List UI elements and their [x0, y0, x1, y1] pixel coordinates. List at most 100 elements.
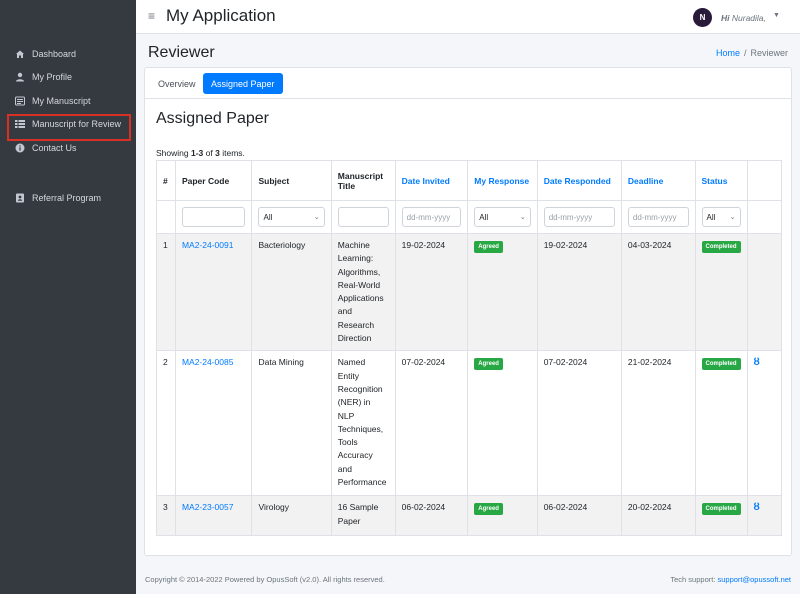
- cell-date-invited: 07-02-2024: [394, 350, 469, 497]
- chevron-down-icon: ⌄: [729, 214, 736, 221]
- cell-date-responded: 06-02-2024: [536, 495, 622, 537]
- cell-deadline: 20-02-2024: [620, 495, 696, 537]
- app-title: My Application: [166, 6, 276, 25]
- cell-my-response: Agreed: [467, 232, 538, 352]
- chevron-down-icon: ⌄: [313, 214, 320, 221]
- table-row: 1 MA2-24-0091 Bacteriology Machine Learn…: [156, 232, 783, 352]
- sidebar-nav: Dashboard My Profile My Manuscript Manus…: [0, 42, 136, 210]
- user-icon: [15, 72, 25, 82]
- cell-actions: ȣ: [746, 350, 783, 497]
- page-title: Reviewer: [148, 44, 215, 61]
- avatar[interactable]: N: [693, 8, 712, 27]
- cell-paper-code: MA2-24-0085: [174, 350, 253, 497]
- table-header-row: # Paper Code Subject Manuscript Title Da…: [156, 160, 783, 201]
- review-action-icon[interactable]: ȣ: [754, 357, 760, 368]
- assigned-paper-table: # Paper Code Subject Manuscript Title Da…: [156, 160, 783, 537]
- status-filter-value: All: [706, 212, 716, 222]
- col-header-manuscript-title: Manuscript Title: [330, 160, 396, 201]
- summary-suffix: items.: [222, 148, 245, 158]
- cell-subject: Bacteriology: [251, 232, 332, 352]
- col-header-status[interactable]: Status: [694, 160, 748, 201]
- col-header-my-response[interactable]: My Response: [467, 160, 538, 201]
- cell-subject: Virology: [251, 495, 332, 537]
- cell-number: 2: [156, 350, 176, 497]
- sidebar-item-label: Referral Program: [32, 193, 102, 204]
- cell-my-response: Agreed: [467, 350, 538, 497]
- sidebar-item-dashboard[interactable]: Dashboard: [0, 42, 136, 66]
- sidebar-item-manuscript-for-review[interactable]: Manuscript for Review: [0, 113, 136, 140]
- sidebar-item-referral-program[interactable]: Referral Program: [0, 187, 136, 211]
- my-response-filter-value: All: [479, 212, 489, 222]
- status-filter-select[interactable]: All ⌄: [701, 207, 741, 227]
- sidebar-item-label: Dashboard: [32, 48, 77, 59]
- support-label: Tech support:: [670, 575, 716, 584]
- paper-code-link[interactable]: MA2-23-0057: [182, 502, 234, 512]
- subject-filter-select[interactable]: All ⌄: [258, 207, 325, 227]
- cell-number: 3: [156, 495, 176, 537]
- home-icon: [15, 49, 25, 59]
- breadcrumb-separator: /: [743, 48, 747, 58]
- review-action-icon[interactable]: ȣ: [754, 502, 760, 513]
- col-header-deadline[interactable]: Deadline: [620, 160, 696, 201]
- cell-date-invited: 19-02-2024: [394, 232, 469, 352]
- cell-title: Machine Learning: Algorithms, Real-World…: [330, 232, 396, 352]
- footer-support: Tech support: support@opussoft.net: [670, 575, 791, 584]
- filter-row: All ⌄ dd-mm-yyyy All ⌄ dd-mm-yyyy dd-mm-yy…: [156, 200, 783, 234]
- section-title: Assigned Paper: [156, 110, 269, 127]
- cell-date-responded: 07-02-2024: [536, 350, 622, 497]
- col-header-actions: [746, 160, 783, 201]
- col-header-number: #: [156, 160, 176, 201]
- hamburger-menu-icon[interactable]: ≡: [148, 9, 155, 23]
- caret-down-icon[interactable]: ▼: [773, 12, 780, 19]
- paper-code-link[interactable]: MA2-24-0091: [182, 240, 234, 250]
- my-response-filter-select[interactable]: All ⌄: [474, 207, 531, 227]
- paper-code-link[interactable]: MA2-24-0085: [182, 357, 234, 367]
- sidebar-item-label: My Manuscript: [32, 95, 91, 106]
- address-book-icon: [15, 193, 25, 203]
- filter-cell-title: [330, 200, 396, 234]
- date-responded-filter-input[interactable]: dd-mm-yyyy: [543, 207, 615, 227]
- breadcrumb-home[interactable]: Home: [716, 48, 740, 58]
- cell-actions: [746, 232, 783, 352]
- items-summary: Showing 1-3 of 3 items.: [156, 148, 245, 158]
- user-name-text: Nuradila,: [731, 13, 766, 23]
- col-header-date-responded[interactable]: Date Responded: [536, 160, 622, 201]
- filter-cell-my-response: All ⌄: [467, 200, 538, 234]
- summary-range: 1-3: [190, 148, 204, 158]
- summary-of: of: [205, 148, 213, 158]
- breadcrumb-current: Reviewer: [750, 48, 788, 58]
- sidebar-item-my-profile[interactable]: My Profile: [0, 66, 136, 90]
- status-badge: Completed: [701, 503, 741, 516]
- date-invited-filter-input[interactable]: dd-mm-yyyy: [401, 207, 462, 227]
- sidebar-item-my-manuscript[interactable]: My Manuscript: [0, 89, 136, 113]
- cell-paper-code: MA2-23-0057: [174, 495, 253, 537]
- tab-overview[interactable]: Overview: [150, 73, 204, 94]
- breadcrumb: Home / Reviewer: [716, 48, 788, 58]
- title-filter-input[interactable]: [337, 207, 389, 227]
- cell-date-responded: 19-02-2024: [536, 232, 622, 352]
- footer-copyright: Copyright © 2014-2022 Powered by OpusSof…: [145, 575, 385, 584]
- filter-cell-paper-code: [174, 200, 253, 234]
- tab-assigned-paper[interactable]: Assigned Paper: [203, 73, 283, 94]
- topbar: ≡ My Application N Hi Nuradila, ▼: [136, 0, 800, 34]
- summary-prefix: Showing: [156, 148, 189, 158]
- subject-filter-value: All: [263, 212, 273, 222]
- col-header-subject: Subject: [251, 160, 332, 201]
- main-card: Overview Assigned Paper Assigned Paper S…: [144, 67, 792, 556]
- list-alt-icon: [15, 96, 25, 106]
- cell-date-invited: 06-02-2024: [394, 495, 469, 537]
- filter-cell-subject: All ⌄: [251, 200, 332, 234]
- table-row: 2 MA2-24-0085 Data Mining Named Entity R…: [156, 350, 783, 497]
- col-header-date-invited[interactable]: Date Invited: [394, 160, 469, 201]
- user-menu[interactable]: Hi Nuradila,: [721, 13, 766, 23]
- deadline-filter-input[interactable]: dd-mm-yyyy: [627, 207, 689, 227]
- filter-cell-date-invited: dd-mm-yyyy: [394, 200, 469, 234]
- filter-cell-status: All ⌄: [694, 200, 748, 234]
- support-email-link[interactable]: support@opussoft.net: [718, 575, 792, 584]
- col-header-paper-code: Paper Code: [174, 160, 253, 201]
- cell-title: Named Entity Recognition (NER) in NLP Te…: [330, 350, 396, 497]
- table-row: 3 MA2-23-0057 Virology 16 Sample Paper 0…: [156, 495, 783, 537]
- cell-status: Completed: [694, 495, 748, 537]
- paper-code-filter-input[interactable]: [181, 207, 246, 227]
- filter-cell-actions: [746, 200, 783, 234]
